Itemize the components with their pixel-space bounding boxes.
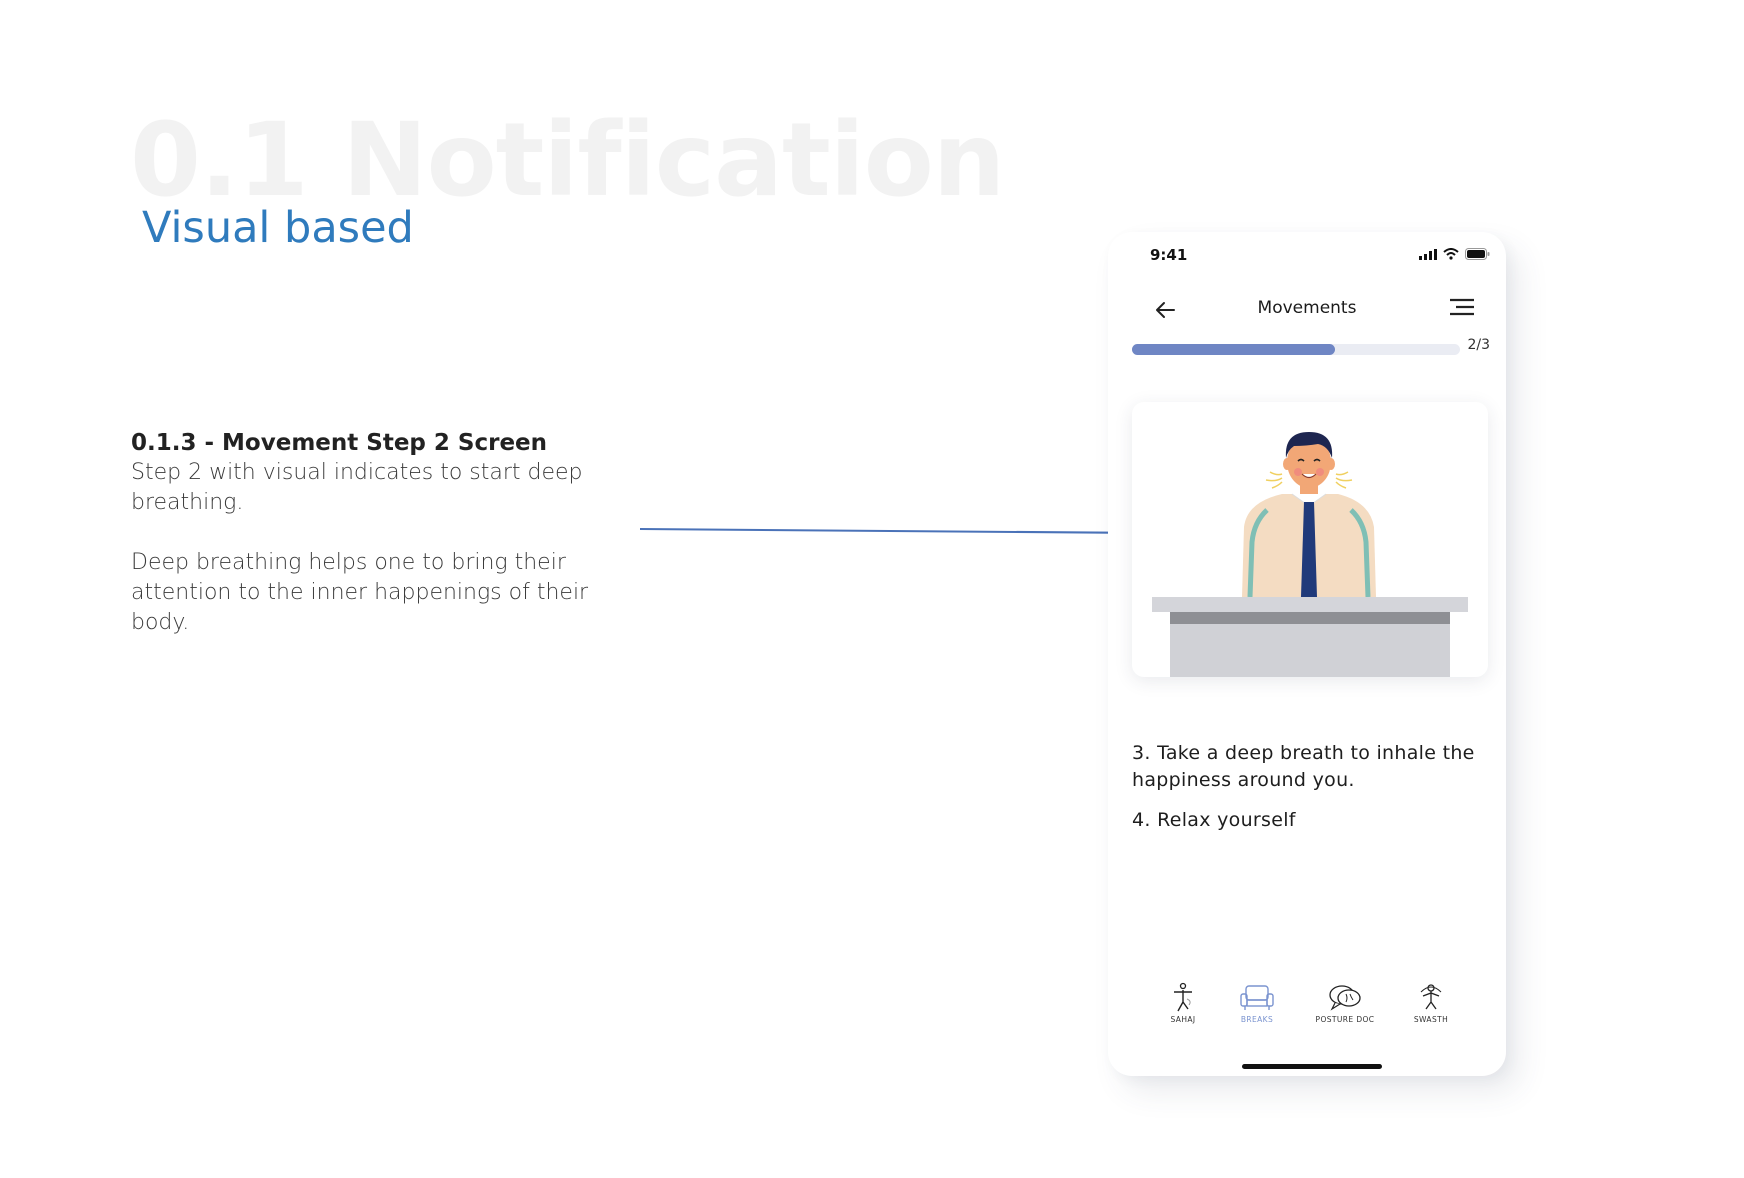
status-icons bbox=[1419, 248, 1490, 260]
tab-label-swasth: SWASTH bbox=[1413, 1015, 1449, 1024]
phone-screen: 9:41 Movements 2/3 3. Take a deep breath… bbox=[1108, 232, 1506, 1076]
bottom-tab-bar: SAHAJ BREAKS POSTURE DOC SWASTH bbox=[1108, 982, 1506, 1042]
hamburger-menu-icon bbox=[1450, 298, 1474, 316]
status-bar: 9:41 bbox=[1108, 232, 1506, 272]
progress-label: 2/3 bbox=[1467, 337, 1490, 353]
tab-label-posture-doc: POSTURE DOC bbox=[1315, 1015, 1375, 1024]
sofa-icon bbox=[1240, 985, 1274, 1010]
home-indicator[interactable] bbox=[1242, 1064, 1382, 1069]
instructions-list: 3. Take a deep breath to inhale the happ… bbox=[1132, 740, 1482, 847]
nav-bar: Movements bbox=[1108, 282, 1506, 332]
instruction-step-4: 4. Relax yourself bbox=[1132, 809, 1296, 831]
progress-fill bbox=[1132, 344, 1336, 355]
wifi-icon bbox=[1443, 248, 1459, 260]
tab-swasth[interactable]: SWASTH bbox=[1386, 982, 1476, 1024]
status-time: 9:41 bbox=[1150, 246, 1188, 264]
illustration-card bbox=[1132, 402, 1488, 677]
posture-doc-chat-icon bbox=[1329, 985, 1361, 1011]
battery-icon bbox=[1465, 248, 1490, 260]
cellular-signal-icon bbox=[1419, 248, 1437, 260]
sahaj-figure-icon bbox=[1174, 982, 1192, 1012]
tab-label-breaks: BREAKS bbox=[1240, 1015, 1274, 1024]
instruction-step-3: 3. Take a deep breath to inhale the happ… bbox=[1132, 742, 1475, 791]
swasth-figure-icon bbox=[1420, 984, 1442, 1010]
tab-posture-doc[interactable]: POSTURE DOC bbox=[1300, 982, 1390, 1024]
tab-breaks[interactable]: BREAKS bbox=[1212, 982, 1302, 1024]
man-deep-breathing-illustration bbox=[1152, 432, 1468, 677]
menu-button[interactable] bbox=[1446, 292, 1476, 322]
progress-bar bbox=[1132, 344, 1460, 355]
